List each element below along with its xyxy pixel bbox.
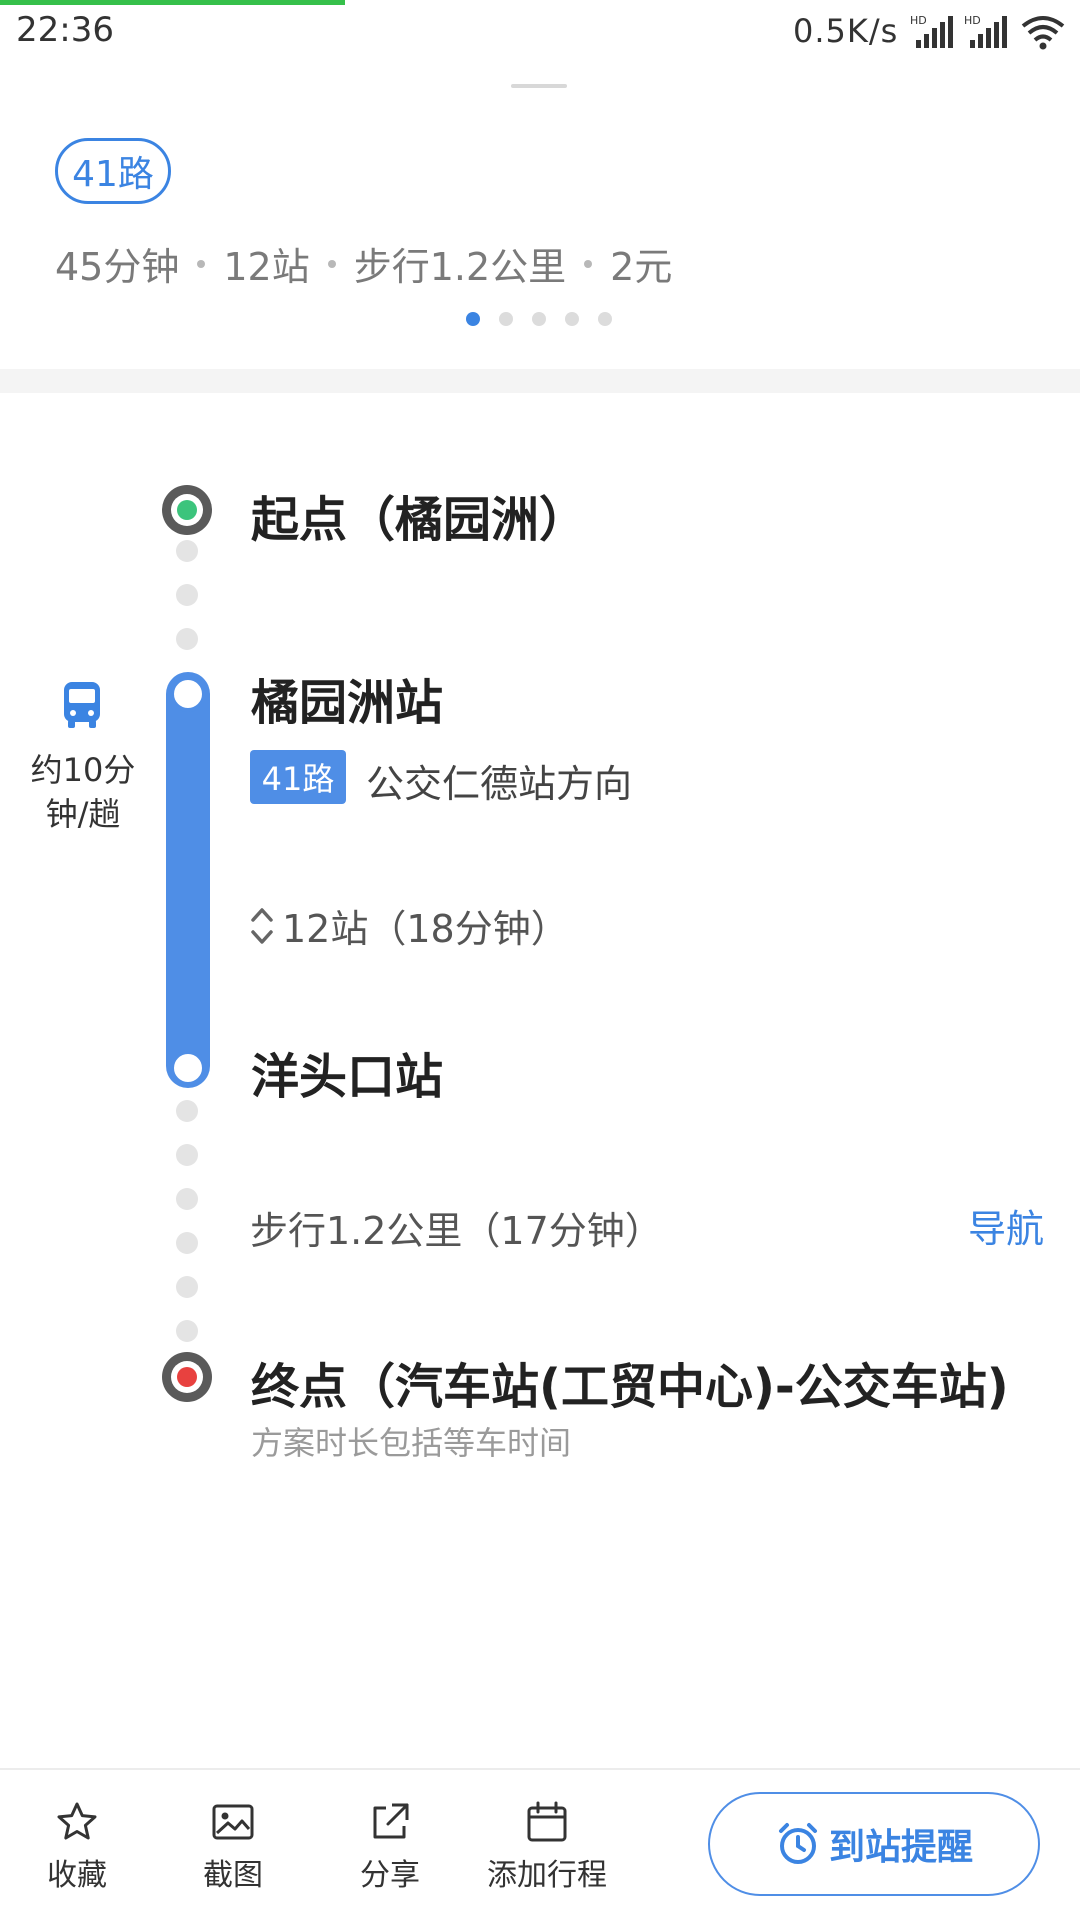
walk-dot bbox=[176, 584, 198, 606]
route-line-badge: 41路 bbox=[55, 138, 171, 204]
screenshot-button[interactable]: 截图 bbox=[168, 1800, 298, 1894]
pager-dot[interactable] bbox=[565, 312, 579, 326]
walk-dot bbox=[176, 1232, 198, 1254]
bus-icon bbox=[64, 682, 100, 728]
alight-stop-name[interactable]: 洋头口站 bbox=[251, 1037, 443, 1107]
pager-dot[interactable] bbox=[532, 312, 546, 326]
separator-dot bbox=[327, 259, 336, 268]
navigation-link[interactable]: 导航 bbox=[968, 1198, 1044, 1253]
star-icon bbox=[57, 1802, 97, 1840]
duration-note: 方案时长包括等车时间 bbox=[251, 1424, 572, 1462]
walk-dot bbox=[176, 1320, 198, 1342]
board-stop-dot bbox=[170, 676, 206, 712]
status-time: 22:36 bbox=[16, 10, 114, 50]
end-point-label: 终点（汽车站(工贸中心)-公交车站) bbox=[251, 1359, 1009, 1415]
walk-dot bbox=[176, 540, 198, 562]
walk-dot bbox=[176, 1276, 198, 1298]
status-bar: 22:36 0.5K/s HD HD bbox=[0, 0, 1080, 64]
walk-dot bbox=[176, 628, 198, 650]
share-button[interactable]: 分享 bbox=[325, 1800, 455, 1894]
favorite-label: 收藏 bbox=[47, 1858, 107, 1893]
alight-stop-dot bbox=[170, 1050, 206, 1086]
walk-segment-text: 步行1.2公里（17分钟） bbox=[250, 1209, 663, 1253]
route-stops: 12站 bbox=[223, 245, 310, 289]
add-trip-button[interactable]: 添加行程 bbox=[482, 1800, 612, 1894]
board-stop-name[interactable]: 橘园洲站 bbox=[251, 663, 443, 733]
share-label: 分享 bbox=[360, 1858, 420, 1893]
screenshot-label: 截图 bbox=[203, 1858, 263, 1893]
pager-dot[interactable] bbox=[499, 312, 513, 326]
calendar-icon bbox=[527, 1801, 567, 1842]
sheet-drag-handle[interactable] bbox=[511, 84, 567, 88]
svg-text:HD: HD bbox=[910, 14, 927, 27]
ride-summary: 12站（18分钟） bbox=[282, 907, 569, 951]
route-summary: 45分钟 12站 步行1.2公里 2元 bbox=[55, 236, 672, 291]
separator-dot bbox=[584, 259, 593, 268]
favorite-button[interactable]: 收藏 bbox=[12, 1800, 142, 1894]
bus-ride-segment bbox=[166, 672, 210, 1088]
bus-line-tag[interactable]: 41路 bbox=[250, 750, 346, 804]
route-walk: 步行1.2公里 bbox=[353, 245, 567, 289]
arrival-alert-button[interactable]: 到站提醒 bbox=[708, 1792, 1040, 1896]
add-trip-label: 添加行程 bbox=[487, 1858, 607, 1893]
walk-dot bbox=[176, 1144, 198, 1166]
bottom-divider bbox=[0, 1768, 1080, 1770]
walk-dot bbox=[176, 1100, 198, 1122]
separator-dot bbox=[197, 259, 206, 268]
pager-dot[interactable] bbox=[598, 312, 612, 326]
svg-text:HD: HD bbox=[964, 14, 981, 27]
start-point-marker bbox=[162, 485, 212, 535]
arrival-alert-label: 到站提醒 bbox=[828, 1827, 973, 1868]
page-load-progress bbox=[0, 0, 345, 5]
route-duration: 45分钟 bbox=[55, 245, 180, 289]
end-point-marker bbox=[162, 1352, 212, 1402]
bus-frequency: 约10分钟/趟 bbox=[30, 751, 136, 833]
route-fare: 2元 bbox=[610, 245, 673, 289]
signal-hd-icon-2: HD bbox=[964, 14, 1007, 48]
share-external-icon bbox=[373, 1803, 409, 1839]
wifi-icon bbox=[1021, 16, 1065, 50]
section-divider bbox=[0, 369, 1080, 393]
walk-dot bbox=[176, 1188, 198, 1210]
signal-hd-icon: HD bbox=[910, 14, 953, 48]
network-speed: 0.5K/s bbox=[793, 12, 899, 50]
alarm-clock-icon bbox=[778, 1823, 817, 1864]
expand-collapse-icon bbox=[251, 907, 273, 944]
start-point-label: 起点（橘园洲） bbox=[251, 492, 588, 548]
pager-dot[interactable] bbox=[466, 312, 480, 326]
bus-direction: 公交仁德站方向 bbox=[366, 762, 633, 806]
expand-stops-toggle[interactable]: 12站（18分钟） bbox=[250, 898, 569, 953]
image-icon bbox=[212, 1804, 254, 1840]
